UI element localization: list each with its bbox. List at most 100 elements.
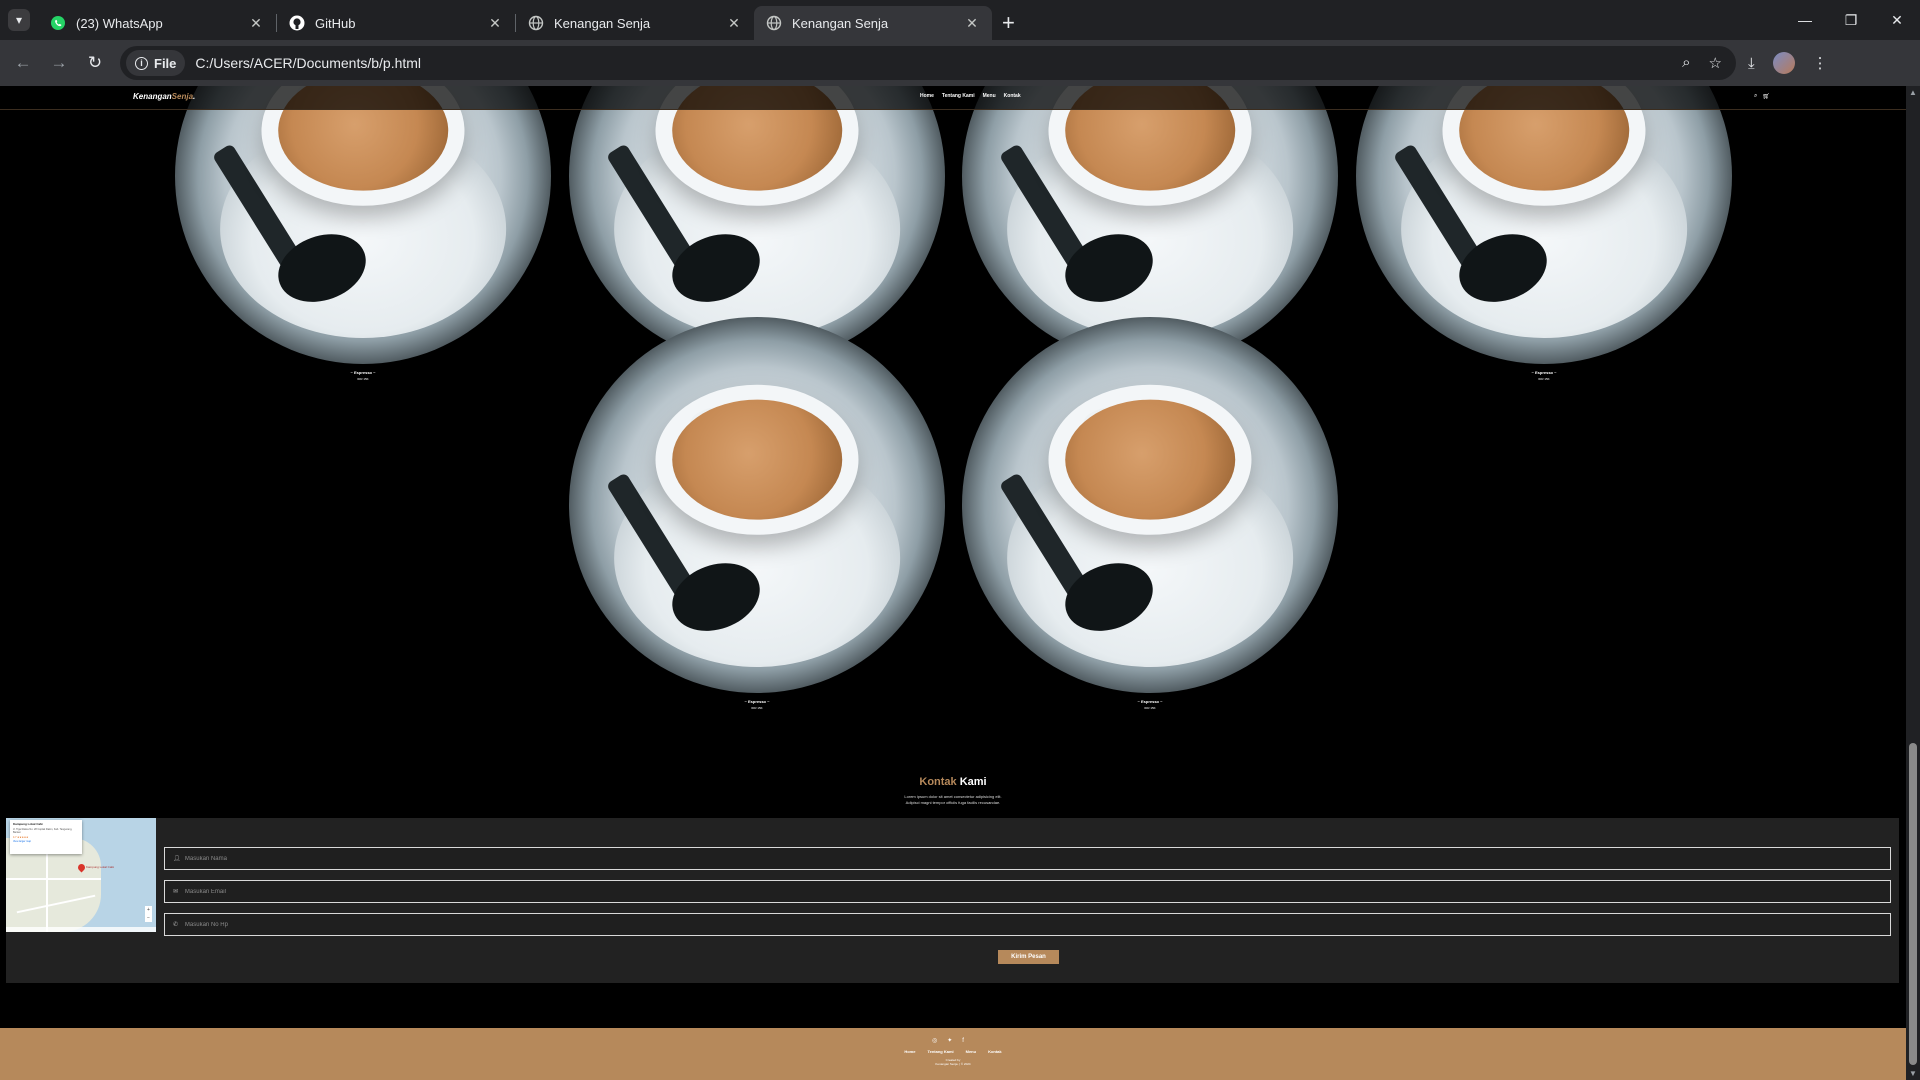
shopping-cart-icon[interactable]: 🛒︎: [1762, 93, 1770, 100]
reload-icon[interactable]: ↻: [78, 46, 112, 80]
tab-github[interactable]: GitHub ✕: [277, 6, 515, 40]
facebook-icon[interactable]: f: [962, 1038, 974, 1044]
scroll-down-icon[interactable]: ▼: [1906, 1069, 1920, 1078]
send-message-button[interactable]: Kirim Pesan: [998, 950, 1059, 964]
email-input[interactable]: [184, 888, 1890, 895]
twitter-icon[interactable]: ✦: [947, 1038, 962, 1044]
espresso-image: [1356, 86, 1732, 364]
instagram-icon[interactable]: ◎: [932, 1038, 947, 1044]
map-place-rating: 4.7 ★★★★★: [13, 836, 29, 839]
footer-link-kontak[interactable]: Kontak: [988, 1049, 1002, 1054]
name-input[interactable]: [184, 855, 1890, 862]
scrollbar-thumb[interactable]: [1909, 743, 1917, 1065]
menu-card-price: IDR 15K: [751, 706, 763, 710]
bookmark-star-icon[interactable]: ☆: [1709, 54, 1722, 72]
tab-title: (23) WhatsApp: [76, 15, 163, 31]
globe-icon: [528, 15, 544, 31]
github-icon: [289, 15, 305, 31]
scroll-up-icon[interactable]: ▲: [1906, 88, 1920, 97]
contact-description: Lorem ipsum dolor sit amet consectetur a…: [0, 794, 1906, 806]
espresso-image: [175, 86, 551, 364]
whatsapp-icon: [50, 15, 66, 31]
site-footer: ◎✦f Home Tentang Kami Menu Kontak Create…: [0, 1028, 1906, 1080]
close-icon[interactable]: ✕: [248, 15, 264, 32]
footer-link-menu[interactable]: Menu: [966, 1049, 976, 1054]
tab-title: GitHub: [315, 15, 356, 31]
site-nav-icons: ⌕ 🛒︎: [1754, 93, 1770, 100]
close-icon[interactable]: ✕: [726, 15, 742, 32]
nav-link-menu[interactable]: Menu: [983, 93, 996, 99]
close-icon[interactable]: ✕: [487, 15, 503, 32]
menu-card-title: ~ Espresso ~: [1531, 370, 1557, 375]
back-icon[interactable]: ←: [6, 46, 40, 80]
menu-kebab-icon[interactable]: ⋮: [1813, 54, 1828, 72]
site-logo[interactable]: KenanganSenja.: [133, 92, 195, 101]
menu-card-price: IDR 15K: [1144, 706, 1156, 710]
map-place-address: Jl. Tiga Raksa No. 28 Cuplak Ralon, Kab.…: [13, 828, 73, 834]
nav-link-tentang-kami[interactable]: Tentang Kami: [942, 93, 975, 99]
tab-search-button[interactable]: ▾: [8, 9, 30, 31]
url-text[interactable]: C:/Users/ACER/Documents/b/p.html: [195, 55, 421, 71]
close-icon[interactable]: ✕: [964, 15, 980, 32]
name-field[interactable]: 👤︎: [164, 847, 1891, 870]
contact-form-container: Kampung Lokal Café Kampung Lokal Café Jl…: [6, 818, 1899, 983]
email-field[interactable]: ✉︎: [164, 880, 1891, 903]
forward-icon[interactable]: →: [42, 46, 76, 80]
social-links: ◎✦f: [0, 1037, 1906, 1044]
map-attribution: [6, 927, 156, 932]
footer-link-home[interactable]: Home: [904, 1049, 915, 1054]
menu-card-title: ~ Espresso ~: [1137, 699, 1163, 704]
tab-title: Kenangan Senja: [554, 15, 651, 31]
new-tab-button[interactable]: +: [1002, 12, 1015, 34]
logo-dot: .: [193, 92, 196, 101]
download-icon[interactable]: ⤓: [1748, 55, 1755, 72]
map-zoom-control[interactable]: + −: [145, 906, 152, 922]
site-info-chip[interactable]: i File: [126, 50, 186, 76]
browser-toolbar: ← → ↻ i File C:/Users/ACER/Documents/b/p…: [0, 40, 1920, 86]
page-viewport: KenanganSenja. Home Tentang Kami Menu Ko…: [0, 86, 1906, 1080]
footer-link-tentang-kami[interactable]: Tentang Kami: [927, 1049, 953, 1054]
map-place-name: Kampung Lokal Café: [13, 822, 43, 826]
contact-heading: Kontak Kami: [0, 776, 1906, 788]
map-place-card: Kampung Lokal Café Jl. Tiga Raksa No. 28…: [10, 820, 82, 854]
minimize-icon[interactable]: —: [1782, 0, 1828, 40]
page-scrollbar[interactable]: ▲ ▼: [1906, 86, 1920, 1080]
menu-card: ~ Espresso ~ IDR 15K: [962, 317, 1338, 710]
mail-icon: ✉︎: [173, 889, 179, 895]
phone-icon: ✆: [173, 922, 179, 928]
address-bar[interactable]: i File C:/Users/ACER/Documents/b/p.html …: [120, 46, 1736, 80]
search-icon[interactable]: ⌕: [1754, 93, 1757, 100]
tab-whatsapp[interactable]: (23) WhatsApp ✕: [38, 6, 276, 40]
map-pin-label: Kampung Lokal Café: [86, 865, 115, 869]
zoom-icon[interactable]: ⌕: [1682, 54, 1690, 72]
window-controls: — ❐ ✕: [1782, 0, 1920, 40]
phone-input[interactable]: [184, 921, 1890, 928]
footer-credit: Created by Kenangan Senja. | © 2024: [0, 1058, 1906, 1066]
menu-card-title: ~ Espresso ~: [744, 699, 770, 704]
tab-kenangan-senja-active[interactable]: Kenangan Senja ✕: [754, 6, 992, 40]
info-icon: i: [135, 56, 148, 70]
menu-card-price: IDR 15K: [357, 377, 369, 381]
google-map-embed[interactable]: Kampung Lokal Café Kampung Lokal Café Jl…: [6, 818, 156, 932]
tab-kenangan-senja[interactable]: Kenangan Senja ✕: [516, 6, 754, 40]
menu-card-price: IDR 15K: [1538, 377, 1550, 381]
menu-card-title: ~ Espresso ~: [350, 370, 376, 375]
map-larger-link[interactable]: View larger map: [13, 840, 79, 843]
chip-label: File: [154, 55, 177, 71]
menu-card: ~ Espresso ~ IDR 15K: [175, 86, 551, 381]
close-window-icon[interactable]: ✕: [1874, 0, 1920, 40]
browser-tab-bar: ▾ (23) WhatsApp ✕ GitHub ✕ Kenangan Senj…: [0, 0, 1920, 40]
site-nav-links: Home Tentang Kami Menu Kontak: [920, 93, 1021, 99]
restore-icon[interactable]: ❐: [1828, 0, 1874, 40]
profile-avatar[interactable]: [1772, 52, 1795, 74]
phone-field[interactable]: ✆: [164, 913, 1891, 936]
globe-icon: [766, 15, 782, 31]
menu-card: ~ Espresso ~ IDR 15K: [569, 317, 945, 710]
logo-main: Kenangan: [133, 92, 172, 101]
contact-desc-line: Adipisci magni tempor officiis fuga faci…: [905, 800, 1001, 805]
contact-heading-accent: Kontak: [919, 776, 957, 788]
nav-link-kontak[interactable]: Kontak: [1004, 93, 1021, 99]
logo-accent: Senja: [171, 92, 194, 101]
nav-link-home[interactable]: Home: [920, 93, 934, 99]
credit-line: Kenangan Senja. | © 2024: [935, 1062, 971, 1066]
